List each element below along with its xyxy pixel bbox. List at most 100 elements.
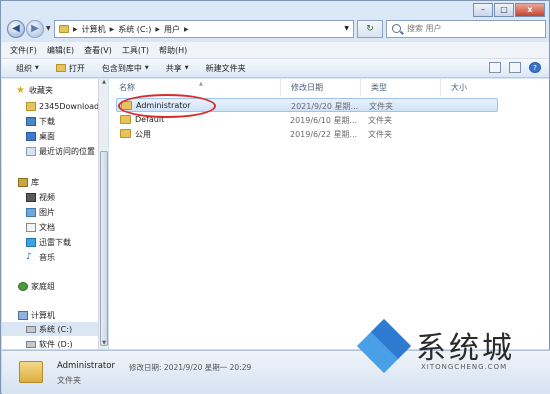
scroll-up-icon[interactable]: ▲ <box>99 79 109 88</box>
maximize-button[interactable]: □ <box>494 3 514 17</box>
share-label: 共享 <box>165 63 182 73</box>
menu-file[interactable]: 文件(F) <box>10 45 37 56</box>
back-button[interactable]: ◀ <box>7 20 25 38</box>
forward-button[interactable]: ▶ <box>26 20 44 38</box>
include-library-label: 包含到库中 <box>101 63 142 73</box>
scroll-down-icon[interactable]: ▼ <box>99 340 109 349</box>
music-icon: ♪ <box>26 251 32 262</box>
sidebar-item-label: 计算机 <box>31 310 55 320</box>
sidebar-item-desktop[interactable]: 桌面 <box>26 129 55 143</box>
organize-button[interactable]: 组织 ▼ <box>16 63 39 74</box>
close-button[interactable]: x <box>515 3 545 17</box>
watermark-title: 系统城 <box>416 331 515 366</box>
sidebar-item-label: 视频 <box>39 192 55 202</box>
sidebar-scrollbar[interactable]: ▲ ▼ <box>98 79 108 349</box>
recent-pages-dropdown[interactable]: ▼ <box>46 25 51 32</box>
sidebar-item-downloads[interactable]: 下载 <box>26 114 55 128</box>
address-dropdown-icon[interactable]: ▼ <box>344 25 349 32</box>
search-input[interactable]: 搜索 用户 <box>386 20 546 38</box>
menu-view[interactable]: 查看(V) <box>84 45 112 56</box>
red-highlight-ellipse <box>118 94 216 118</box>
sidebar-item-drive-c[interactable]: 系统 (C:) <box>2 322 98 336</box>
file-row-public[interactable]: 公用 2019/6/22 星期... 文件夹 <box>116 127 498 141</box>
address-bar[interactable]: ▶ 计算机 ▶ 系统 (C:) ▶ 用户 ▶ ▼ <box>54 20 354 38</box>
chevron-right-icon[interactable]: ▶ <box>73 26 78 33</box>
sidebar-item-xunlei[interactable]: 迅雷下载 <box>26 235 71 249</box>
scrollbar-thumb[interactable] <box>100 151 108 346</box>
sidebar-item-label: 家庭组 <box>31 281 55 291</box>
sidebar-item-label: 文档 <box>39 222 55 232</box>
sidebar-item-label: 图片 <box>39 207 55 217</box>
file-date: 2019/6/10 星期... <box>290 116 358 125</box>
sort-indicator-icon: ▲ <box>199 81 203 87</box>
open-button[interactable]: 打开 <box>55 63 85 74</box>
menu-help[interactable]: 帮助(H) <box>159 45 187 56</box>
video-icon <box>26 192 36 202</box>
preview-pane-icon[interactable] <box>509 62 521 73</box>
sidebar-item-2345downloads[interactable]: 2345Downloads <box>26 99 98 113</box>
chevron-right-icon[interactable]: ▶ <box>184 26 189 33</box>
column-header-label: 修改日期 <box>291 83 323 92</box>
diamond-logo-icon <box>356 318 412 374</box>
new-folder-label: 新建文件夹 <box>205 63 246 73</box>
sidebar-item-favorites[interactable]: ★ 收藏夹 <box>16 83 53 97</box>
menu-tools[interactable]: 工具(T) <box>122 45 149 56</box>
sidebar-item-label: 软件 (D:) <box>39 339 73 349</box>
breadcrumb-users[interactable]: 用户 <box>164 24 180 35</box>
menu-bar: 文件(F) 编辑(E) 查看(V) 工具(T) 帮助(H) <box>1 42 549 59</box>
folder-icon <box>120 129 131 138</box>
new-folder-button[interactable]: 新建文件夹 <box>206 63 246 74</box>
sidebar-item-drive-d[interactable]: 软件 (D:) <box>26 337 73 349</box>
open-label: 打开 <box>68 63 85 73</box>
column-header-label: 类型 <box>371 83 387 92</box>
column-header-type[interactable]: 类型 <box>361 79 441 96</box>
sidebar-item-label: 系统 (C:) <box>39 324 73 334</box>
sidebar-item-music[interactable]: ♪ 音乐 <box>26 250 55 264</box>
column-header-name[interactable]: ▲ 名称 <box>109 79 281 96</box>
chevron-right-icon[interactable]: ▶ <box>110 26 115 33</box>
caret-down-icon: ▼ <box>144 65 149 71</box>
download-icon <box>26 116 36 126</box>
refresh-button[interactable]: ↻ <box>357 20 383 38</box>
folder-icon <box>120 115 131 124</box>
view-options-icon[interactable] <box>489 62 501 73</box>
watermark-url: XITONGCHENG.COM <box>421 363 508 371</box>
refresh-icon: ↻ <box>366 24 374 34</box>
sidebar-item-homegroup[interactable]: 家庭组 <box>18 279 55 293</box>
column-header-size[interactable]: 大小 <box>441 79 499 96</box>
search-placeholder: 搜索 用户 <box>407 24 442 33</box>
minimize-button[interactable]: – <box>473 3 493 17</box>
sidebar-item-computer[interactable]: 计算机 <box>18 308 55 322</box>
sidebar-item-library[interactable]: 库 <box>18 175 39 189</box>
sidebar-item-label: 收藏夹 <box>29 85 53 95</box>
breadcrumb-drive-c[interactable]: 系统 (C:) <box>118 24 151 35</box>
menu-edit[interactable]: 编辑(E) <box>47 45 74 56</box>
chevron-right-icon[interactable]: ▶ <box>155 26 160 33</box>
help-icon[interactable]: ? <box>529 62 541 73</box>
star-icon: ★ <box>16 84 25 96</box>
share-button[interactable]: 共享 ▼ <box>166 63 189 74</box>
window-controls: – □ x <box>473 3 545 17</box>
sidebar-item-recent[interactable]: 最近访问的位置 <box>26 144 95 158</box>
file-type: 文件夹 <box>369 102 393 111</box>
sidebar-item-label: 下载 <box>39 116 55 126</box>
xunlei-icon <box>26 237 36 247</box>
sidebar-item-label: 迅雷下载 <box>39 237 71 247</box>
library-icon <box>18 177 28 187</box>
search-icon <box>392 24 401 33</box>
breadcrumb-computer[interactable]: 计算机 <box>82 24 106 35</box>
explorer-window: – □ x ◀ ▶ ▼ ▶ 计算机 ▶ 系统 (C:) ▶ 用户 ▶ ▼ ↻ 搜… <box>0 0 550 394</box>
file-type: 文件夹 <box>368 116 392 125</box>
sidebar-item-videos[interactable]: 视频 <box>26 190 55 204</box>
column-header-date[interactable]: 修改日期 <box>281 79 361 96</box>
include-library-button[interactable]: 包含到库中 ▼ <box>102 63 149 74</box>
file-date: 2021/9/20 星期... <box>291 102 359 111</box>
back-arrow-icon: ◀ <box>12 23 20 34</box>
view-controls: ? <box>489 62 541 73</box>
title-bar: – □ x ◀ ▶ ▼ ▶ 计算机 ▶ 系统 (C:) ▶ 用户 ▶ ▼ ↻ 搜… <box>1 1 549 41</box>
sidebar-item-documents[interactable]: 文档 <box>26 220 55 234</box>
picture-icon <box>26 207 36 217</box>
sidebar-item-pictures[interactable]: 图片 <box>26 205 55 219</box>
computer-icon <box>18 310 28 320</box>
sidebar-item-label: 库 <box>31 177 39 187</box>
